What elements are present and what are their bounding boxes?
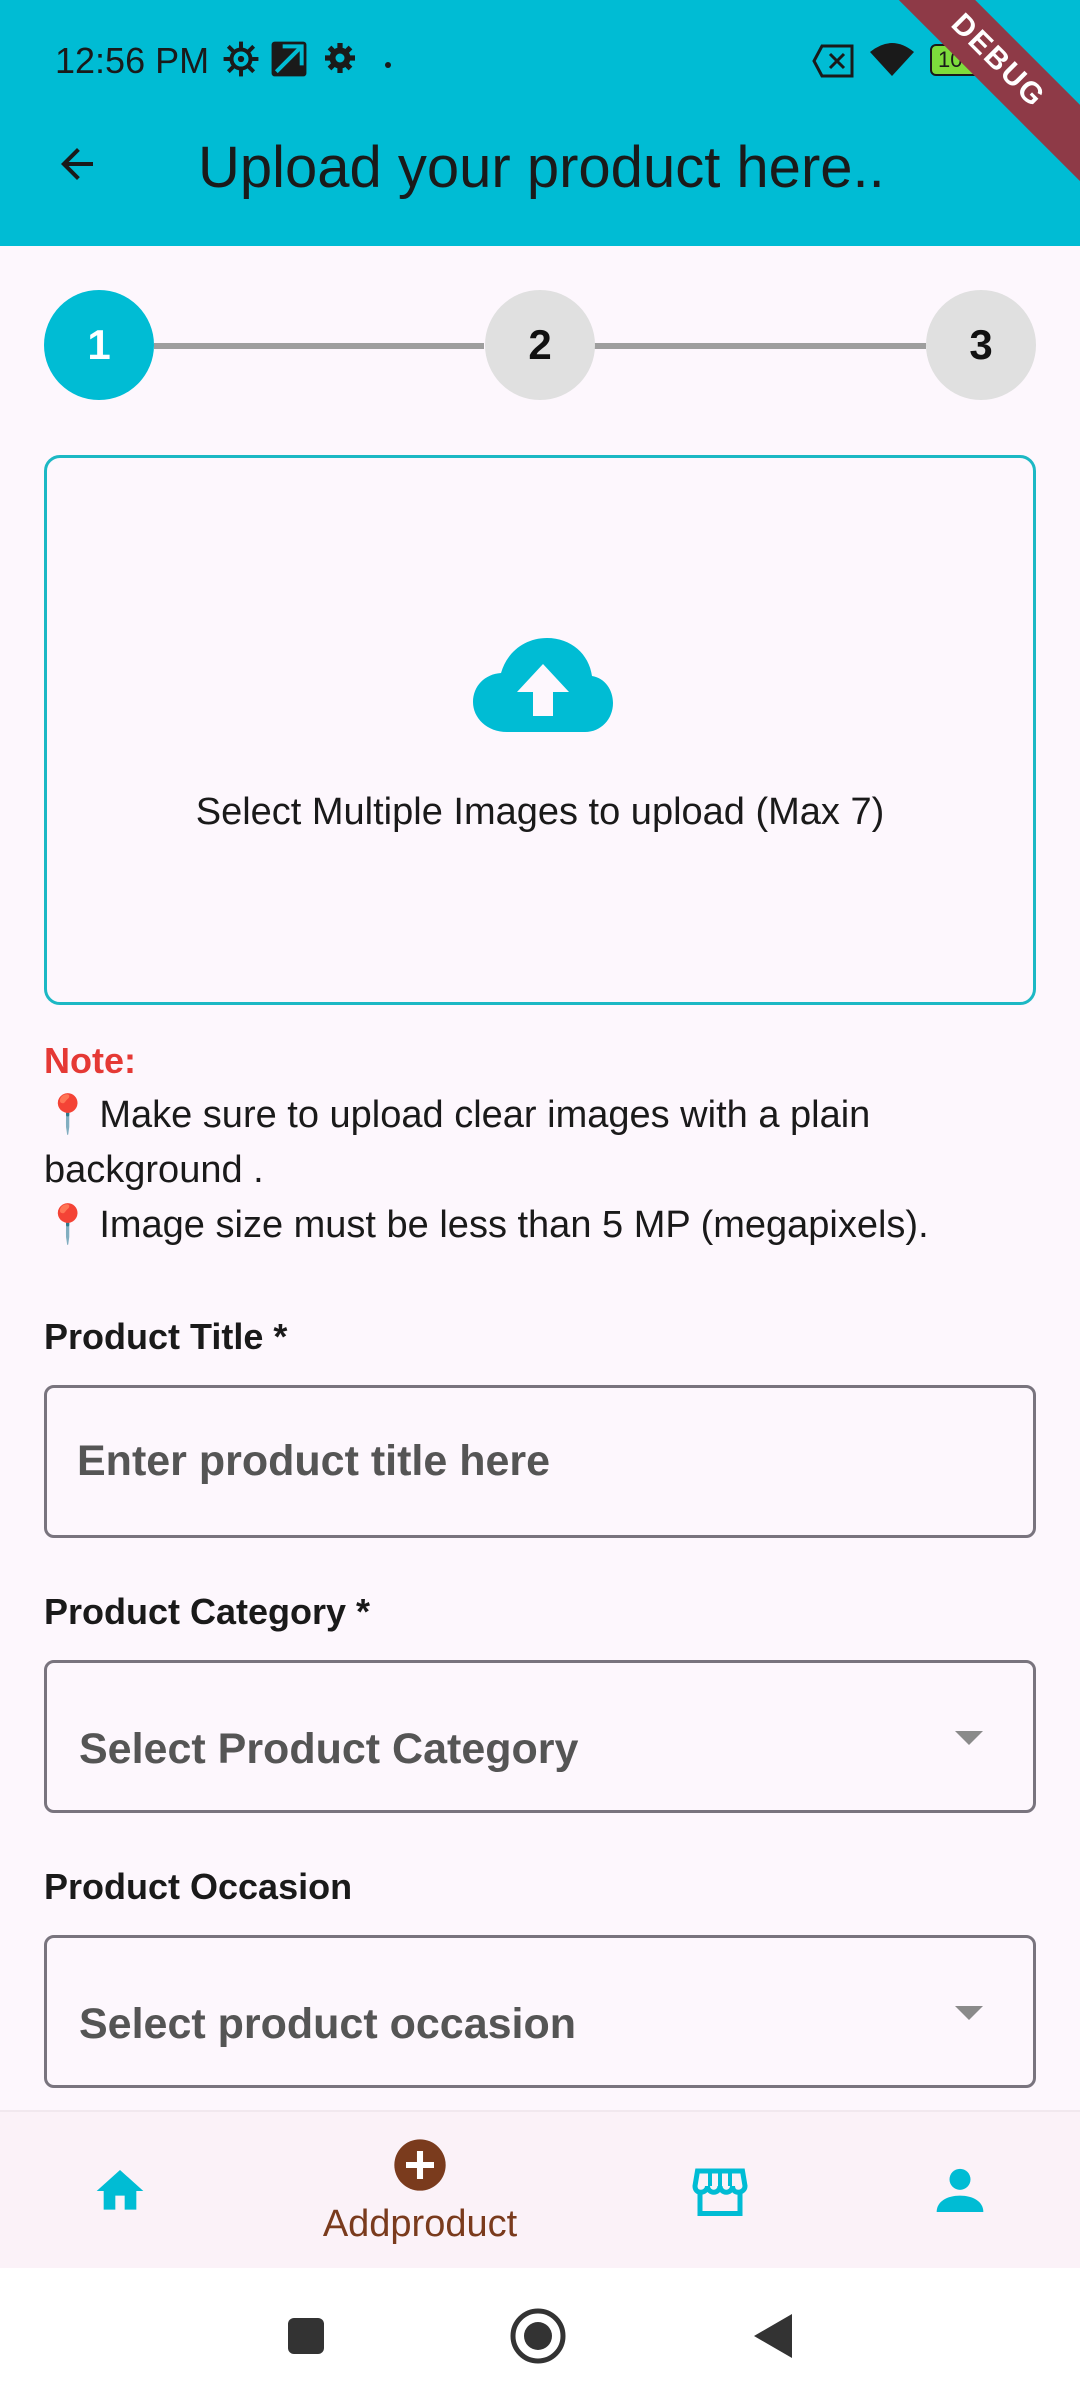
step-connector	[594, 343, 926, 349]
product-title-field	[44, 1385, 1036, 1538]
settings-gear-icon	[222, 40, 260, 83]
back-button[interactable]	[45, 132, 109, 196]
note-text-1: Make sure to upload clear images with a …	[44, 1094, 871, 1191]
home-circle-icon	[510, 2308, 566, 2364]
nav-item-addproduct[interactable]: Addproduct	[300, 2112, 540, 2270]
cloud-upload-icon	[473, 638, 613, 732]
image-upload-area[interactable]: Select Multiple Images to upload (Max 7)	[44, 455, 1036, 1005]
note-title: Note:	[44, 1040, 136, 1081]
home-system-button[interactable]	[508, 2306, 568, 2366]
step-3[interactable]: 3	[926, 290, 1036, 400]
scroll-clip: Select product occasion	[0, 1930, 1080, 2110]
upload-instructions: Select Multiple Images to upload (Max 7)	[195, 791, 885, 833]
navigation-app-icon	[270, 40, 308, 83]
nav-label-addproduct: Addproduct	[322, 2202, 518, 2245]
add-circle-icon	[394, 2138, 446, 2191]
step-2[interactable]: 2	[485, 290, 595, 400]
recents-icon	[288, 2318, 324, 2354]
back-triangle-icon	[754, 2314, 792, 2358]
step-connector	[154, 343, 484, 349]
stepper: 1 2 3	[44, 290, 1036, 400]
dot-icon	[384, 56, 392, 74]
person-icon	[936, 2168, 984, 2212]
chevron-down-icon	[955, 2006, 983, 2020]
product-occasion-label: Product Occasion	[44, 1866, 353, 1907]
nav-item-profile[interactable]	[900, 2112, 1020, 2270]
status-time: 12:56 PM	[55, 40, 210, 81]
step-1[interactable]: 1	[44, 290, 154, 400]
note-line-1: 📍 Make sure to upload clear images with a…	[44, 1088, 1034, 1198]
back-system-button[interactable]	[744, 2306, 804, 2366]
product-occasion-value: Select product occasion	[79, 2000, 577, 2048]
product-title-input[interactable]	[77, 1388, 977, 1535]
arrow-back-icon	[61, 148, 93, 180]
pin-icon: 📍	[44, 1094, 92, 1136]
nav-item-store[interactable]	[660, 2112, 780, 2270]
system-navigation-bar	[0, 2268, 1080, 2400]
note-text-2: Image size must be less than 5 MP (megap…	[99, 1204, 929, 1246]
product-category-label: Product Category *	[44, 1591, 371, 1632]
product-occasion-select[interactable]: Select product occasion	[44, 1935, 1036, 2088]
product-category-select[interactable]: Select Product Category	[44, 1660, 1036, 1813]
nav-item-home[interactable]	[60, 2112, 180, 2270]
product-category-value: Select Product Category	[79, 1725, 579, 1773]
app-header: 12:56 PM 100 DEBUG Upload your product h…	[0, 0, 1080, 246]
product-title-label: Product Title *	[44, 1316, 288, 1357]
home-icon	[96, 2170, 144, 2210]
wifi-icon	[868, 40, 916, 83]
pin-icon: 📍	[44, 1204, 92, 1246]
settings-icon	[322, 40, 358, 81]
chevron-down-icon	[955, 1731, 983, 1745]
store-icon	[692, 2168, 748, 2216]
recents-button[interactable]	[276, 2306, 336, 2366]
note-line-2: 📍 Image size must be less than 5 MP (mega…	[44, 1198, 1034, 1253]
page-title: Upload your product here..	[198, 135, 885, 200]
no-sim-icon	[812, 44, 856, 83]
bottom-navigation: Addproduct	[0, 2110, 1080, 2268]
